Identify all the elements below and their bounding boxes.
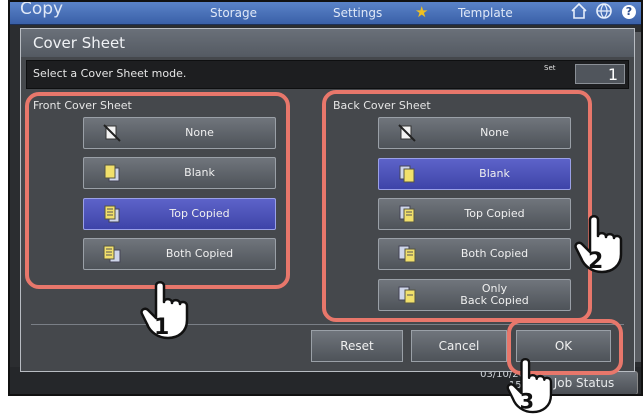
step-number-3: 3 bbox=[520, 389, 535, 413]
top-bar: Copy Storage Settings ★ Template ? bbox=[10, 2, 641, 25]
step-number-1: 1 bbox=[154, 315, 169, 340]
scroll-strip bbox=[635, 32, 641, 362]
app-title: Copy bbox=[20, 0, 64, 19]
cancel-button[interactable]: Cancel bbox=[411, 330, 507, 362]
tab-template[interactable]: Template bbox=[458, 6, 513, 20]
instruction-text: Select a Cover Sheet mode. bbox=[33, 67, 187, 80]
pointing-hand-icon: 2 bbox=[574, 215, 623, 274]
reset-button[interactable]: Reset bbox=[311, 330, 403, 362]
message-bar: Select a Cover Sheet mode. Set 1 bbox=[26, 60, 629, 89]
tab-storage[interactable]: Storage bbox=[210, 6, 257, 20]
globe-icon[interactable] bbox=[595, 2, 613, 24]
home-icon[interactable] bbox=[570, 2, 588, 24]
pointing-hand-icon: 1 bbox=[140, 281, 189, 340]
set-count-field[interactable]: 1 bbox=[575, 64, 625, 84]
step-number-2: 2 bbox=[588, 249, 603, 274]
pointing-hand-icon: 3 bbox=[506, 357, 553, 413]
dialog-title: Cover Sheet bbox=[21, 29, 634, 57]
star-icon: ★ bbox=[415, 3, 429, 21]
front-group-highlight bbox=[25, 92, 290, 289]
back-group-highlight bbox=[322, 90, 592, 322]
tab-settings[interactable]: Settings bbox=[333, 6, 382, 20]
set-label: Set bbox=[544, 64, 556, 72]
help-icon[interactable]: ? bbox=[622, 5, 636, 19]
